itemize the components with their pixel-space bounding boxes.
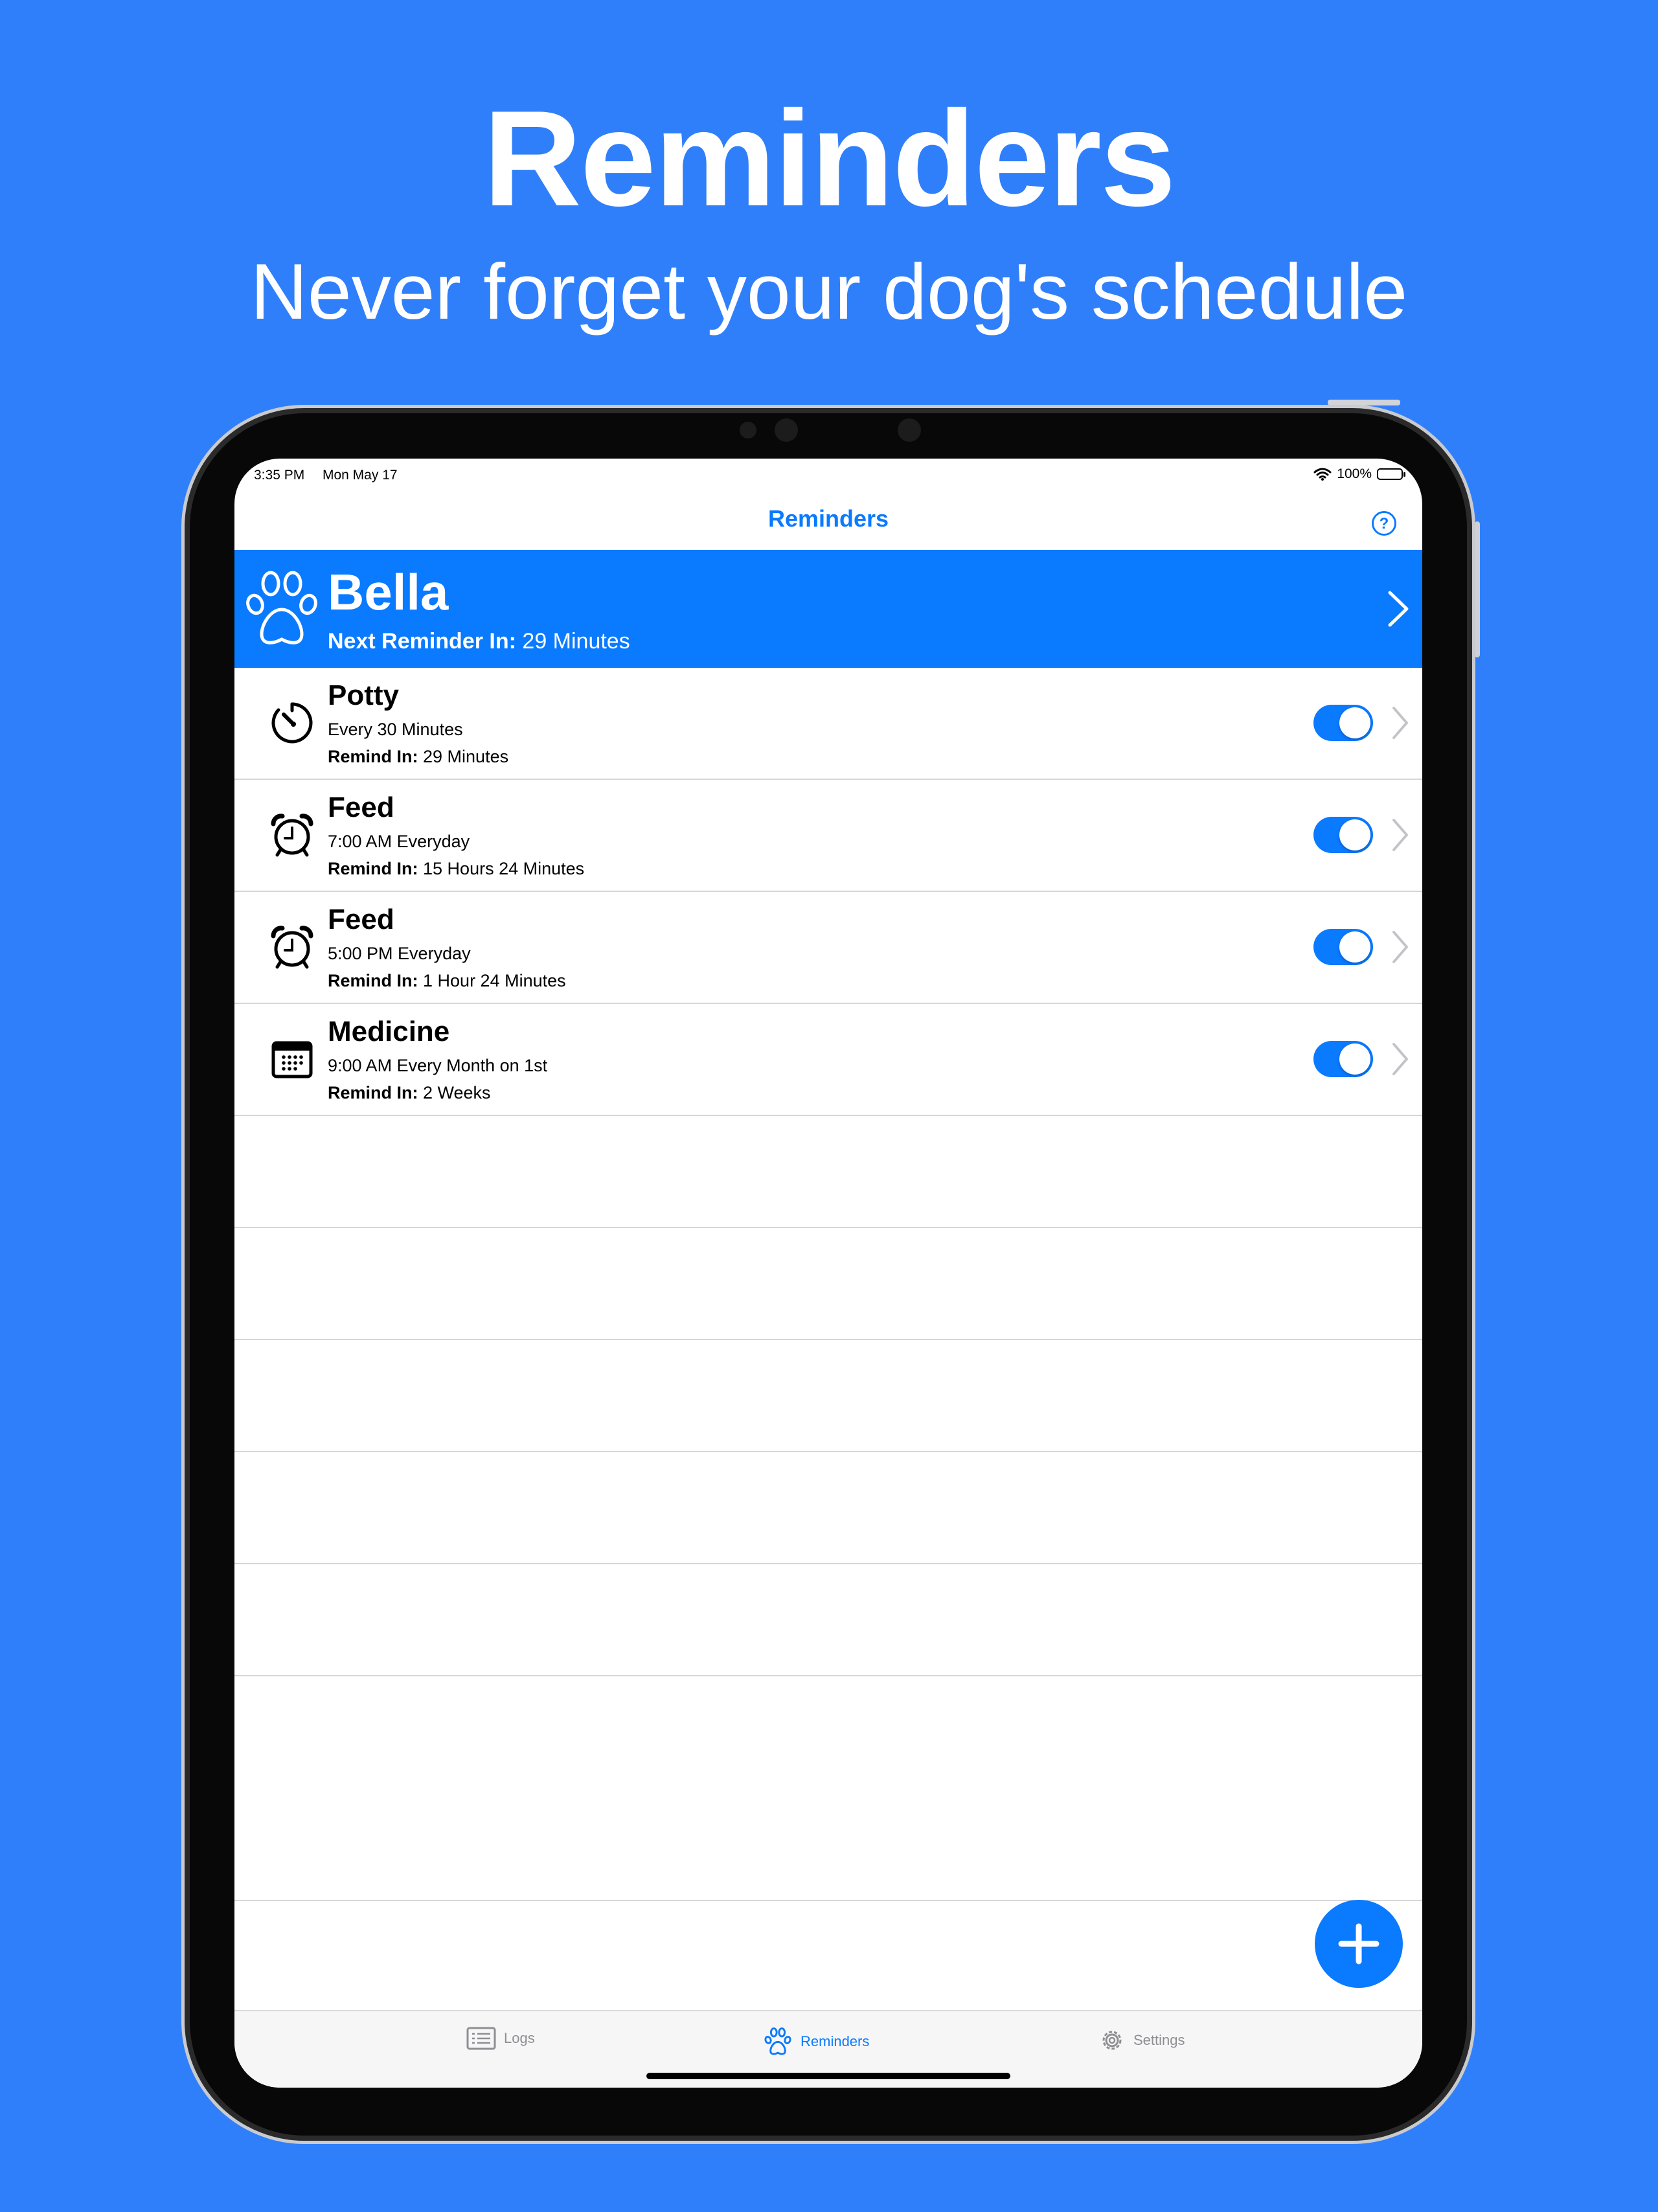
reminder-row[interactable]: Potty Every 30 Minutes Remind In: 29 Min… [234, 668, 1422, 780]
tab-label: Reminders [801, 2033, 870, 2049]
empty-list-row [234, 1116, 1422, 1228]
timer-icon [271, 702, 313, 744]
reminder-schedule: 5:00 PM Everyday [328, 944, 471, 963]
tab-settings[interactable]: Settings [1098, 2027, 1185, 2054]
gear-icon [1102, 2031, 1122, 2050]
device-volume-down-button [1475, 573, 1480, 657]
status-bar: 3:35 PM Mon May 17 100% [234, 459, 1422, 491]
front-camera [775, 418, 798, 442]
battery-percent: 100% [1337, 466, 1372, 481]
chevron-right-icon [1392, 707, 1408, 739]
empty-list-row [234, 1452, 1422, 1564]
reminder-title: Feed [328, 904, 394, 935]
empty-list-row [234, 1340, 1422, 1452]
reminder-row[interactable]: Feed 5:00 PM Everyday Remind In: 1 Hour … [234, 892, 1422, 1004]
reminder-title: Feed [328, 792, 394, 823]
next-reminder-text: Next Reminder In: 29 Minutes [328, 629, 630, 654]
alarm-clock-icon [271, 926, 313, 969]
empty-list-row [234, 1228, 1422, 1340]
promo-subtitle: Never forget your dog's schedule [250, 247, 1408, 336]
status-date: Mon May 17 [323, 468, 398, 483]
calendar-icon [271, 1041, 313, 1078]
wifi-icon [1313, 468, 1332, 481]
chevron-right-icon [1392, 819, 1408, 851]
reminder-row[interactable]: Medicine 9:00 AM Every Month on 1st Remi… [234, 1004, 1422, 1116]
dog-header[interactable]: Bella Next Reminder In: 29 Minutes [234, 550, 1422, 668]
reminder-countdown: Remind In: 15 Hours 24 Minutes [328, 859, 585, 878]
navigation-bar: Reminders ? [234, 491, 1422, 549]
add-reminder-button[interactable] [1315, 1900, 1403, 1988]
tab-reminders[interactable]: Reminders [763, 2027, 869, 2057]
tab-label: Logs [504, 2030, 535, 2046]
reminder-countdown: Remind In: 2 Weeks [328, 1083, 491, 1102]
reminder-schedule: 9:00 AM Every Month on 1st [328, 1056, 548, 1075]
reminder-toggle[interactable] [1313, 1041, 1373, 1077]
page-title: Reminders [767, 505, 889, 532]
reminder-schedule: 7:00 AM Everyday [328, 832, 470, 851]
reminder-toggle[interactable] [1313, 817, 1373, 853]
status-time: 3:35 PM [254, 468, 305, 483]
camera-sensor [898, 418, 921, 442]
tab-logs[interactable]: Logs [466, 2027, 535, 2050]
reminder-row[interactable]: Feed 7:00 AM Everyday Remind In: 15 Hour… [234, 780, 1422, 892]
next-reminder-label: Next Reminder In: [328, 629, 516, 654]
reminder-countdown: Remind In: 29 Minutes [328, 747, 509, 766]
chevron-right-icon [1388, 591, 1409, 627]
question-circle-icon[interactable]: ? [1372, 511, 1396, 536]
plus-icon [1338, 1923, 1380, 1965]
list-icon [466, 2027, 496, 2050]
promo-title: Reminders [483, 82, 1175, 234]
reminder-countdown: Remind In: 1 Hour 24 Minutes [328, 971, 566, 990]
reminder-toggle[interactable] [1313, 705, 1373, 741]
alarm-clock-icon [271, 814, 313, 857]
app-screen: 3:35 PM Mon May 17 100% Reminders ? Bell… [234, 459, 1422, 2088]
empty-list-row [234, 1564, 1422, 1676]
paw-icon [246, 571, 317, 644]
chevron-right-icon [1392, 1043, 1408, 1075]
reminder-title: Potty [328, 679, 399, 711]
camera-sensor [740, 422, 756, 439]
reminder-title: Medicine [328, 1016, 450, 1047]
empty-list-row [234, 1676, 1422, 1901]
home-indicator[interactable] [646, 2073, 1010, 2079]
reminder-schedule: Every 30 Minutes [328, 720, 463, 739]
battery-icon [1377, 468, 1405, 480]
next-reminder-value: 29 Minutes [522, 629, 630, 654]
paw-icon [764, 2027, 791, 2055]
dog-name: Bella [328, 564, 449, 621]
tab-label: Settings [1133, 2032, 1185, 2048]
reminder-list: Potty Every 30 Minutes Remind In: 29 Min… [234, 668, 1422, 1901]
reminder-toggle[interactable] [1313, 929, 1373, 965]
chevron-right-icon [1392, 931, 1408, 963]
